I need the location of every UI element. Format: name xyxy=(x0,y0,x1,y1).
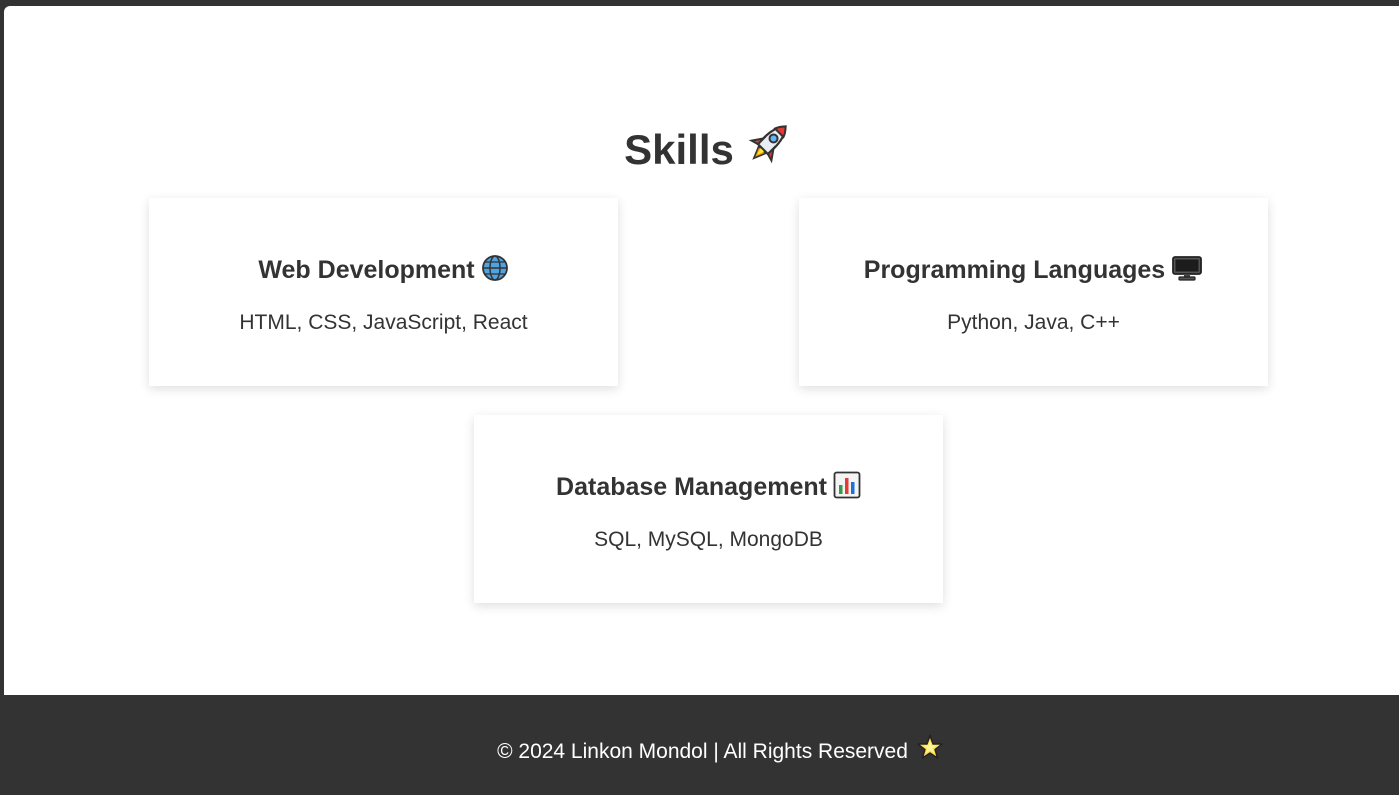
footer-copyright: © 2024 Linkon Mondol | All Rights Reserv… xyxy=(0,734,1399,765)
skill-card-programming-languages: Programming Languages Python, Java, C++ xyxy=(799,198,1268,386)
bar-chart-icon xyxy=(833,471,861,499)
rocket-icon xyxy=(744,116,796,168)
footer-text: © 2024 Linkon Mondol | All Rights Reserv… xyxy=(497,740,908,763)
skill-card-title-text: Web Development xyxy=(258,256,475,284)
skill-card-title: Programming Languages xyxy=(799,254,1268,285)
page-content: Skills Web Development HTML, CSS, JavaSc… xyxy=(4,6,1399,695)
skills-heading-text: Skills xyxy=(624,126,734,173)
skill-card-title: Database Management xyxy=(474,471,943,502)
footer: © 2024 Linkon Mondol | All Rights Reserv… xyxy=(0,695,1399,795)
skill-card-items: Python, Java, C++ xyxy=(947,311,1120,334)
globe-icon xyxy=(481,254,509,282)
skill-card-web-development: Web Development HTML, CSS, JavaScript, R… xyxy=(149,198,618,386)
skill-card-title: Web Development xyxy=(149,254,618,285)
skill-card-title-text: Database Management xyxy=(556,473,827,501)
glowing-star-icon xyxy=(916,734,944,762)
skill-card-items: HTML, CSS, JavaScript, React xyxy=(239,311,528,334)
skill-card-title-text: Programming Languages xyxy=(863,256,1166,284)
skill-card-database-management: Database Management SQL, MySQL, MongoDB xyxy=(474,415,943,603)
skills-heading: Skills xyxy=(4,116,1399,176)
skill-card-items: SQL, MySQL, MongoDB xyxy=(594,528,823,551)
desktop-computer-icon xyxy=(1171,254,1203,282)
